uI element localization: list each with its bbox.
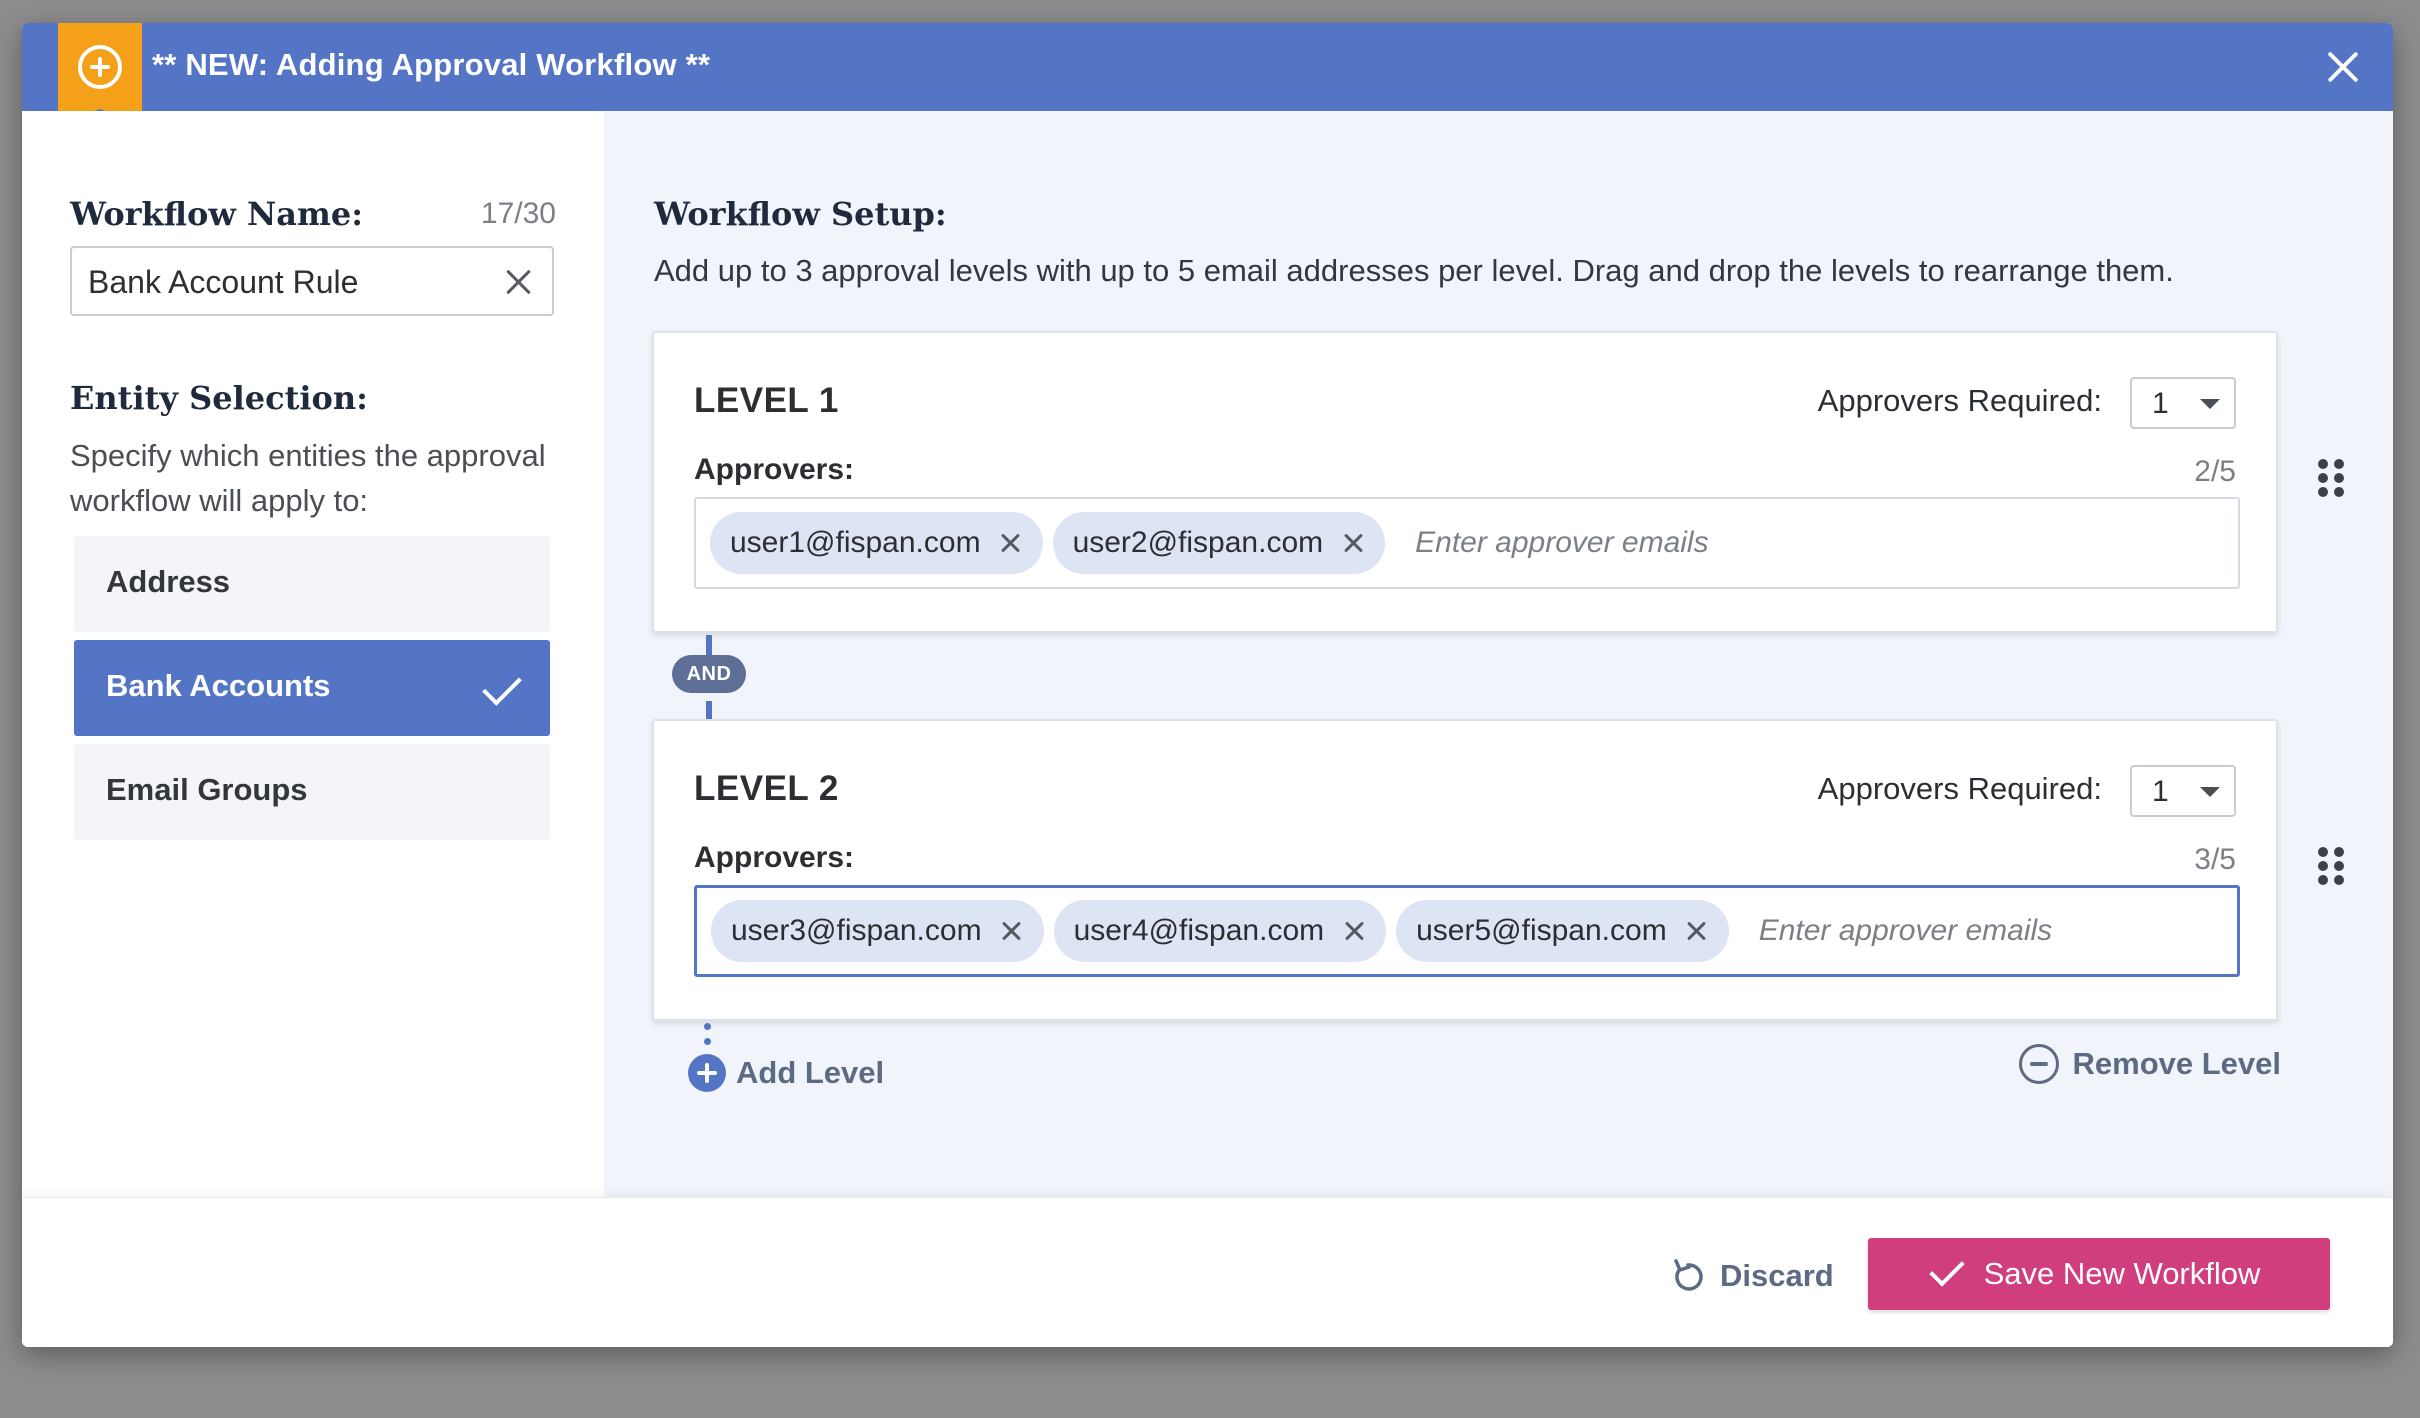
workflow-name-input[interactable]: Bank Account Rule xyxy=(70,246,554,316)
approvers-count: 3/5 xyxy=(2194,843,2236,876)
approvers-required-label: Approvers Required: xyxy=(1817,771,2102,806)
email-chip: user4@fispan.com xyxy=(1053,900,1387,962)
drag-handle-icon[interactable] xyxy=(2318,847,2344,889)
email-chip: user5@fispan.com xyxy=(1396,900,1729,962)
workflow-setup-description: Add up to 3 approval levels with up to 5… xyxy=(654,253,2174,288)
add-level-button[interactable]: Add Level xyxy=(688,1053,884,1093)
level-title: LEVEL 2 xyxy=(694,769,839,808)
close-icon[interactable] xyxy=(2321,45,2365,89)
workflow-name-value[interactable]: Bank Account Rule xyxy=(88,264,358,301)
new-badge xyxy=(58,23,142,123)
add-level-label: Add Level xyxy=(736,1055,885,1090)
plus-circle-icon xyxy=(78,45,122,89)
entity-item-label: Bank Accounts xyxy=(106,668,331,703)
email-chip: user3@fispan.com xyxy=(711,900,1044,962)
entity-selection-description: Specify which entities the approval work… xyxy=(70,438,546,518)
modal-title: ** NEW: Adding Approval Workflow ** xyxy=(152,47,711,82)
email-chip-label: user3@fispan.com xyxy=(731,914,982,947)
remove-level-label: Remove Level xyxy=(2072,1046,2282,1081)
minus-circle-icon xyxy=(2018,1044,2059,1084)
entity-item-label: Email Groups xyxy=(106,772,308,807)
entity-item-bank-accounts[interactable]: Bank Accounts xyxy=(74,640,550,736)
approvers-required-label: Approvers Required: xyxy=(1817,383,2102,418)
approvers-required-value: 1 xyxy=(2152,775,2169,808)
approvers-required-value: 1 xyxy=(2152,387,2169,420)
approvers-required-select[interactable]: 1 xyxy=(2130,377,2236,429)
remove-chip-icon[interactable] xyxy=(1341,531,1365,555)
entity-list: Address Bank Accounts Email Groups xyxy=(74,536,550,848)
save-label: Save New Workflow xyxy=(1983,1256,2261,1291)
undo-icon xyxy=(1670,1257,1706,1295)
approver-email-input[interactable] xyxy=(1756,913,2237,949)
discard-button[interactable]: Discard xyxy=(1670,1254,1834,1298)
entity-selection-label: Entity Selection: xyxy=(70,379,368,417)
clear-icon[interactable] xyxy=(502,266,534,298)
workflow-name-label: Workflow Name: xyxy=(70,195,364,233)
level-connector xyxy=(706,701,712,721)
drag-handle-icon[interactable] xyxy=(2318,459,2344,501)
level-connector xyxy=(706,635,712,655)
caret-down-icon xyxy=(2200,787,2220,797)
email-chip-label: user2@fispan.com xyxy=(1072,526,1324,559)
right-panel: Workflow Setup: Add up to 3 approval lev… xyxy=(604,111,2393,1197)
level-card-2[interactable]: LEVEL 2 Approvers Required: 1 Approvers:… xyxy=(652,719,2278,1021)
remove-level-button[interactable]: Remove Level xyxy=(2018,1043,2282,1085)
entity-item-label: Address xyxy=(106,564,231,599)
level-title: LEVEL 1 xyxy=(694,381,839,420)
workflow-setup-label: Workflow Setup: xyxy=(654,195,947,233)
approvers-label: Approvers: xyxy=(694,453,855,486)
checkmark-icon xyxy=(1928,1251,1965,1287)
email-chip-label: user1@fispan.com xyxy=(730,526,981,559)
approver-email-input[interactable] xyxy=(1413,525,1914,561)
remove-chip-icon[interactable] xyxy=(999,531,1023,555)
approvers-count: 2/5 xyxy=(2194,455,2236,488)
level-card-1[interactable]: LEVEL 1 Approvers Required: 1 Approvers:… xyxy=(652,331,2278,633)
discard-label: Discard xyxy=(1720,1258,1834,1293)
approver-emails-field[interactable]: user1@fispan.com user2@fispan.com xyxy=(694,497,2240,589)
left-panel: Workflow Name: 17/30 Bank Account Rule E… xyxy=(22,111,604,1219)
entity-item-address[interactable]: Address xyxy=(74,536,550,632)
modal-footer: Discard Save New Workflow xyxy=(22,1197,2393,1347)
save-new-workflow-button[interactable]: Save New Workflow xyxy=(1868,1238,2330,1310)
email-chip: user1@fispan.com xyxy=(710,512,1043,574)
add-level-connector xyxy=(704,1023,712,1053)
caret-down-icon xyxy=(2200,399,2220,409)
add-circle-icon xyxy=(688,1054,726,1092)
approvers-label: Approvers: xyxy=(694,841,855,874)
remove-chip-icon[interactable] xyxy=(1000,919,1024,943)
approvers-required-select[interactable]: 1 xyxy=(2130,765,2236,817)
remove-chip-icon[interactable] xyxy=(1342,919,1366,943)
email-chip-label: user4@fispan.com xyxy=(1073,914,1325,947)
checkmark-icon xyxy=(482,666,522,706)
email-chip: user2@fispan.com xyxy=(1052,512,1386,574)
and-badge: AND xyxy=(672,655,746,693)
approver-emails-field[interactable]: user3@fispan.com user4@fispan.com user5@… xyxy=(694,885,2240,977)
entity-item-email-groups[interactable]: Email Groups xyxy=(74,744,550,840)
remove-chip-icon[interactable] xyxy=(1685,919,1709,943)
email-chip-label: user5@fispan.com xyxy=(1416,914,1667,947)
approval-workflow-modal: ** NEW: Adding Approval Workflow ** Work… xyxy=(22,23,2393,1347)
workflow-name-char-count: 17/30 xyxy=(480,197,556,230)
modal-header: ** NEW: Adding Approval Workflow ** xyxy=(22,23,2393,123)
